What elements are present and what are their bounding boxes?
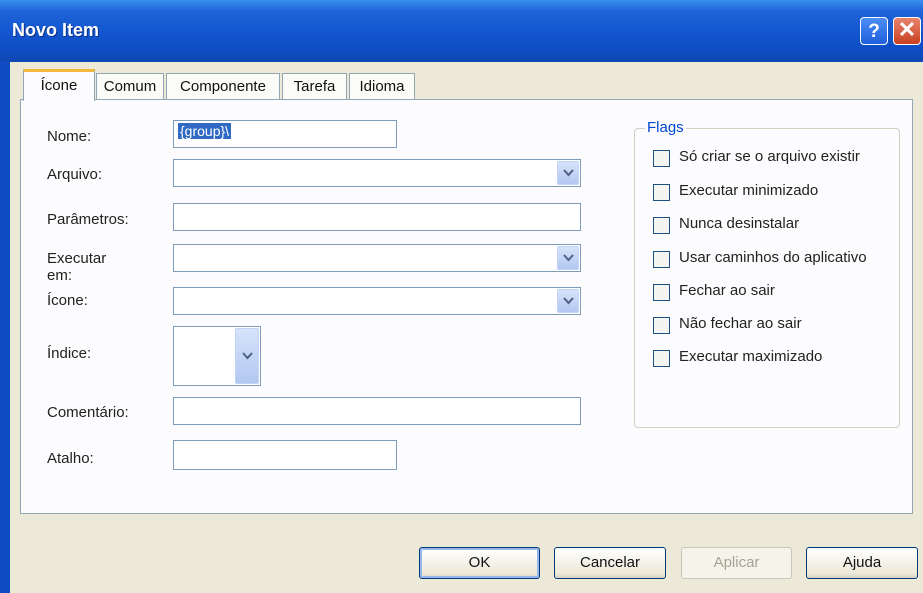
executar-em-combo[interactable] — [173, 244, 581, 272]
flag-label-usar-caminhos: Usar caminhos do aplicativo — [679, 249, 867, 266]
flag-checkbox-nao-fechar[interactable] — [653, 317, 670, 334]
close-icon[interactable]: ✕ — [893, 17, 921, 45]
flag-label-nunca-desinstalar: Nunca desinstalar — [679, 215, 800, 232]
apply-button[interactable]: Aplicar — [681, 547, 792, 579]
flag-label-executar-maximizado: Executar maximizado — [679, 348, 823, 365]
chevron-down-icon[interactable] — [557, 246, 579, 270]
flag-label-so-criar: Só criar se o arquivo existir — [679, 148, 860, 165]
flag-checkbox-nunca-desinstalar[interactable] — [653, 217, 670, 234]
parametros-label: Parâmetros: — [47, 211, 129, 228]
tab-icone[interactable]: Ícone — [23, 69, 95, 101]
comentario-label: Comentário: — [47, 404, 129, 421]
flag-checkbox-so-criar[interactable] — [653, 150, 670, 167]
nome-label: Nome: — [47, 128, 92, 145]
help-button[interactable]: Ajuda — [806, 547, 918, 579]
parametros-input[interactable] — [173, 203, 581, 231]
chevron-down-icon[interactable] — [235, 328, 259, 384]
comentario-input[interactable] — [173, 397, 581, 425]
tab-tarefa[interactable]: Tarefa — [282, 73, 347, 99]
ok-button[interactable]: OK — [419, 547, 540, 579]
flag-checkbox-executar-minimizado[interactable] — [653, 184, 670, 201]
icone-label: Ícone: — [47, 292, 88, 309]
flag-label-nao-fechar: Não fechar ao sair — [679, 315, 802, 332]
icone-combo[interactable] — [173, 287, 581, 315]
tab-idioma[interactable]: Idioma — [349, 73, 415, 99]
atalho-label: Atalho: — [47, 450, 94, 467]
window-title: Novo Item — [12, 20, 100, 40]
indice-label: Índice: — [47, 345, 92, 362]
flags-legend: Flags — [645, 119, 686, 136]
flag-label-executar-minimizado: Executar minimizado — [679, 182, 819, 199]
flag-label-fechar-ao-sair: Fechar ao sair — [679, 282, 775, 299]
flag-checkbox-fechar-ao-sair[interactable] — [653, 284, 670, 301]
nome-input[interactable]: {group}\ — [173, 120, 397, 148]
flag-checkbox-executar-maximizado[interactable] — [653, 350, 670, 367]
dialog-window: Novo Item ? ✕ Ícone Comum Componente Tar… — [0, 0, 923, 593]
atalho-input[interactable] — [173, 440, 397, 470]
executar-em-label: Executar em: — [47, 250, 107, 284]
tab-comum[interactable]: Comum — [96, 73, 164, 99]
cancel-button[interactable]: Cancelar — [554, 547, 666, 579]
nome-value: {group}\ — [178, 123, 232, 139]
help-icon[interactable]: ? — [860, 17, 888, 45]
flags-groupbox — [634, 128, 900, 428]
indice-combo[interactable] — [173, 326, 261, 386]
chevron-down-icon[interactable] — [557, 161, 579, 185]
flag-checkbox-usar-caminhos[interactable] — [653, 251, 670, 268]
arquivo-label: Arquivo: — [47, 166, 103, 183]
chevron-down-icon[interactable] — [557, 289, 579, 313]
title-bar[interactable]: Novo Item ? ✕ — [0, 0, 923, 62]
arquivo-combo[interactable] — [173, 159, 581, 187]
window-frame-left — [0, 62, 10, 593]
tab-componente[interactable]: Componente — [166, 73, 280, 99]
